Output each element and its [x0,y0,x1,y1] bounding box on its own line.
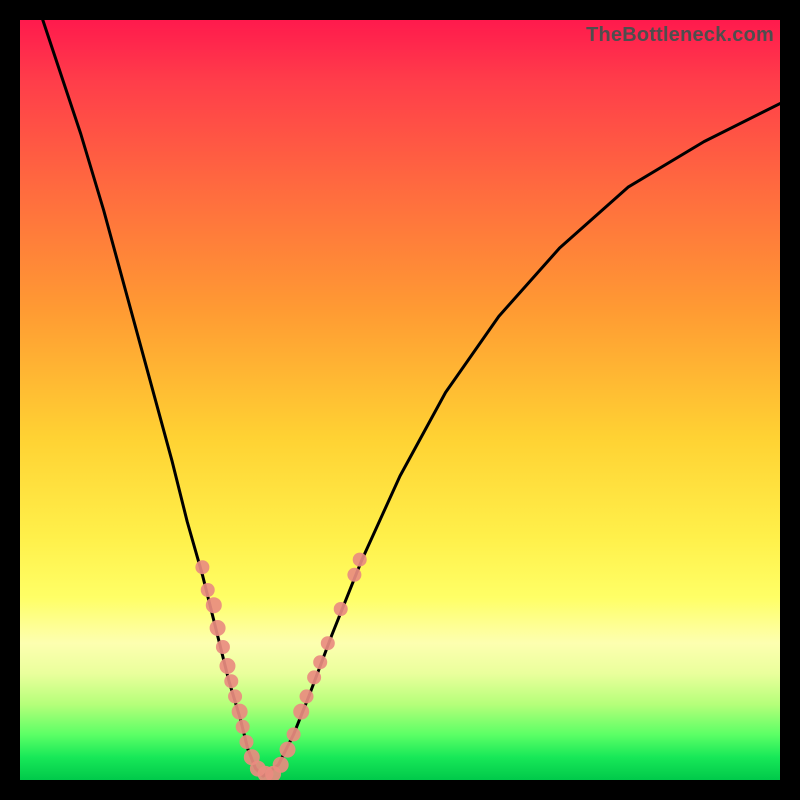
data-marker [228,689,242,703]
chart-svg [20,20,780,780]
marker-group [195,553,366,780]
data-marker [195,560,209,574]
data-marker [353,553,367,567]
data-marker [239,735,253,749]
data-marker [334,602,348,616]
bottleneck-curve [43,20,780,776]
data-marker [206,597,222,613]
data-marker [210,620,226,636]
data-marker [232,704,248,720]
data-marker [219,658,235,674]
data-marker [321,636,335,650]
data-marker [216,640,230,654]
data-marker [273,757,289,773]
data-marker [313,655,327,669]
data-marker [236,720,250,734]
data-marker [287,727,301,741]
data-marker [224,674,238,688]
data-marker [280,742,296,758]
data-marker [300,689,314,703]
plot-area: TheBottleneck.com [20,20,780,780]
chart-frame: TheBottleneck.com [20,20,780,780]
curve-group [43,20,780,776]
data-marker [347,568,361,582]
data-marker [293,704,309,720]
data-marker [201,583,215,597]
data-marker [307,670,321,684]
